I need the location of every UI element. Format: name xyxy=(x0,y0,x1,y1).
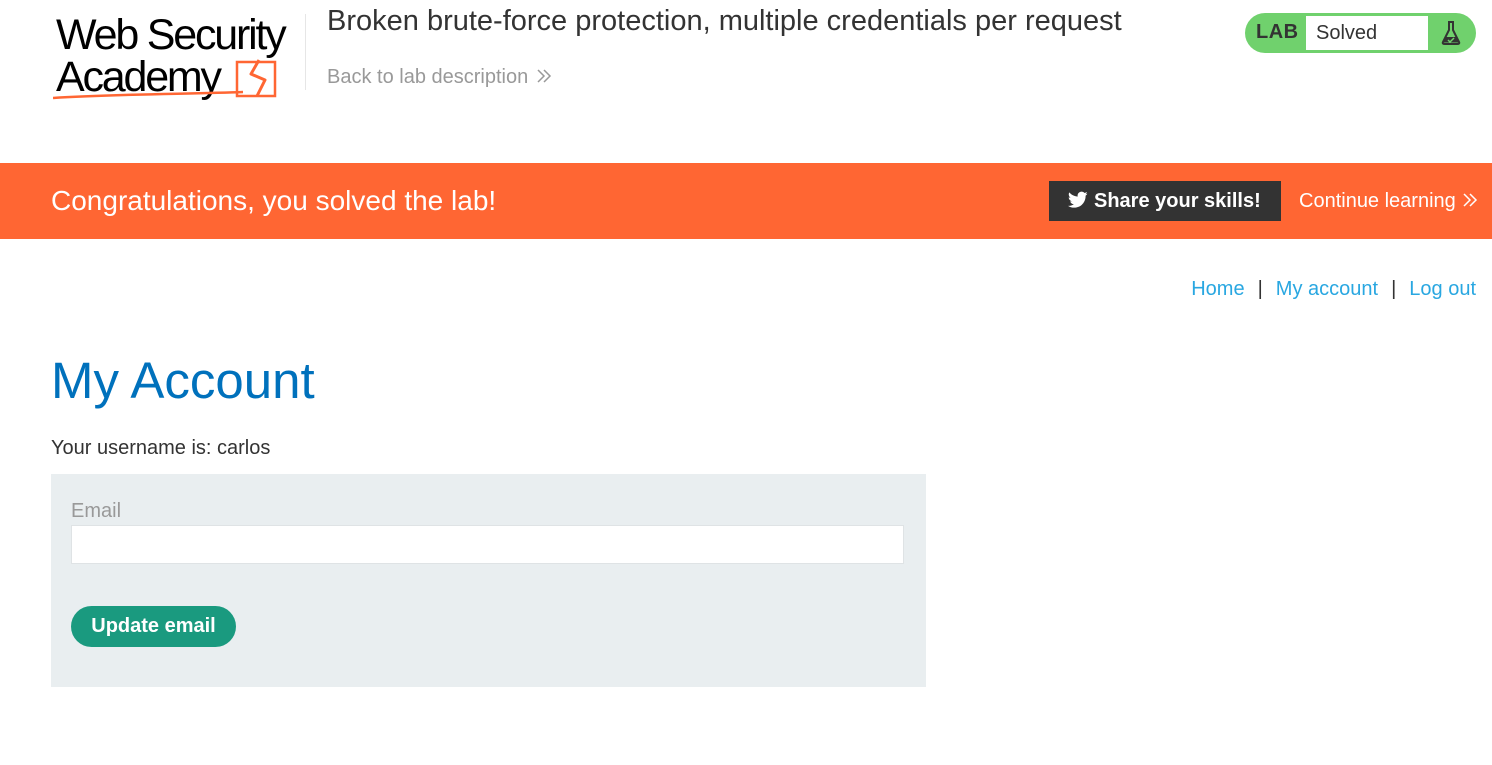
email-input[interactable] xyxy=(71,525,904,564)
nav-my-account-link[interactable]: My account xyxy=(1276,278,1378,300)
share-skills-button[interactable]: Share your skills! xyxy=(1049,181,1281,221)
solved-banner: Congratulations, you solved the lab! Sha… xyxy=(0,163,1492,239)
web-security-academy-logo[interactable]: Web Security Academy xyxy=(53,10,303,102)
nav-separator: | xyxy=(1257,278,1263,300)
double-chevron-right-icon xyxy=(1462,189,1478,215)
flask-icon xyxy=(1440,20,1462,46)
username-text: Your username is: carlos xyxy=(51,437,271,459)
share-skills-label: Share your skills! xyxy=(1094,190,1261,212)
back-to-lab-description-link[interactable]: Back to lab description xyxy=(327,64,552,91)
nav-log-out-link[interactable]: Log out xyxy=(1409,278,1476,300)
logo-lightning-mark xyxy=(53,59,277,100)
continue-learning-link[interactable]: Continue learning xyxy=(1299,188,1478,215)
back-link-label: Back to lab description xyxy=(327,66,529,88)
lab-title: Broken brute-force protection, multiple … xyxy=(327,5,1122,37)
email-label: Email xyxy=(71,500,122,522)
update-email-form: Email Update email xyxy=(51,474,926,687)
lab-state-box: Solved xyxy=(1306,16,1428,50)
continue-learning-label: Continue learning xyxy=(1299,190,1456,212)
congratulations-message: Congratulations, you solved the lab! xyxy=(51,185,497,216)
top-navigation: Home | My account | Log out xyxy=(1191,276,1476,302)
nav-home-link[interactable]: Home xyxy=(1191,278,1244,300)
header-divider xyxy=(305,14,306,90)
lab-badge: LAB xyxy=(1256,21,1299,43)
twitter-icon xyxy=(1068,191,1088,212)
update-email-button[interactable]: Update email xyxy=(71,606,236,647)
lab-state-text: Solved xyxy=(1316,22,1378,44)
nav-separator: | xyxy=(1391,278,1397,300)
double-chevron-right-icon xyxy=(536,65,552,91)
lab-status-widget: LAB Solved xyxy=(1245,13,1476,53)
page-title: My Account xyxy=(51,352,315,409)
